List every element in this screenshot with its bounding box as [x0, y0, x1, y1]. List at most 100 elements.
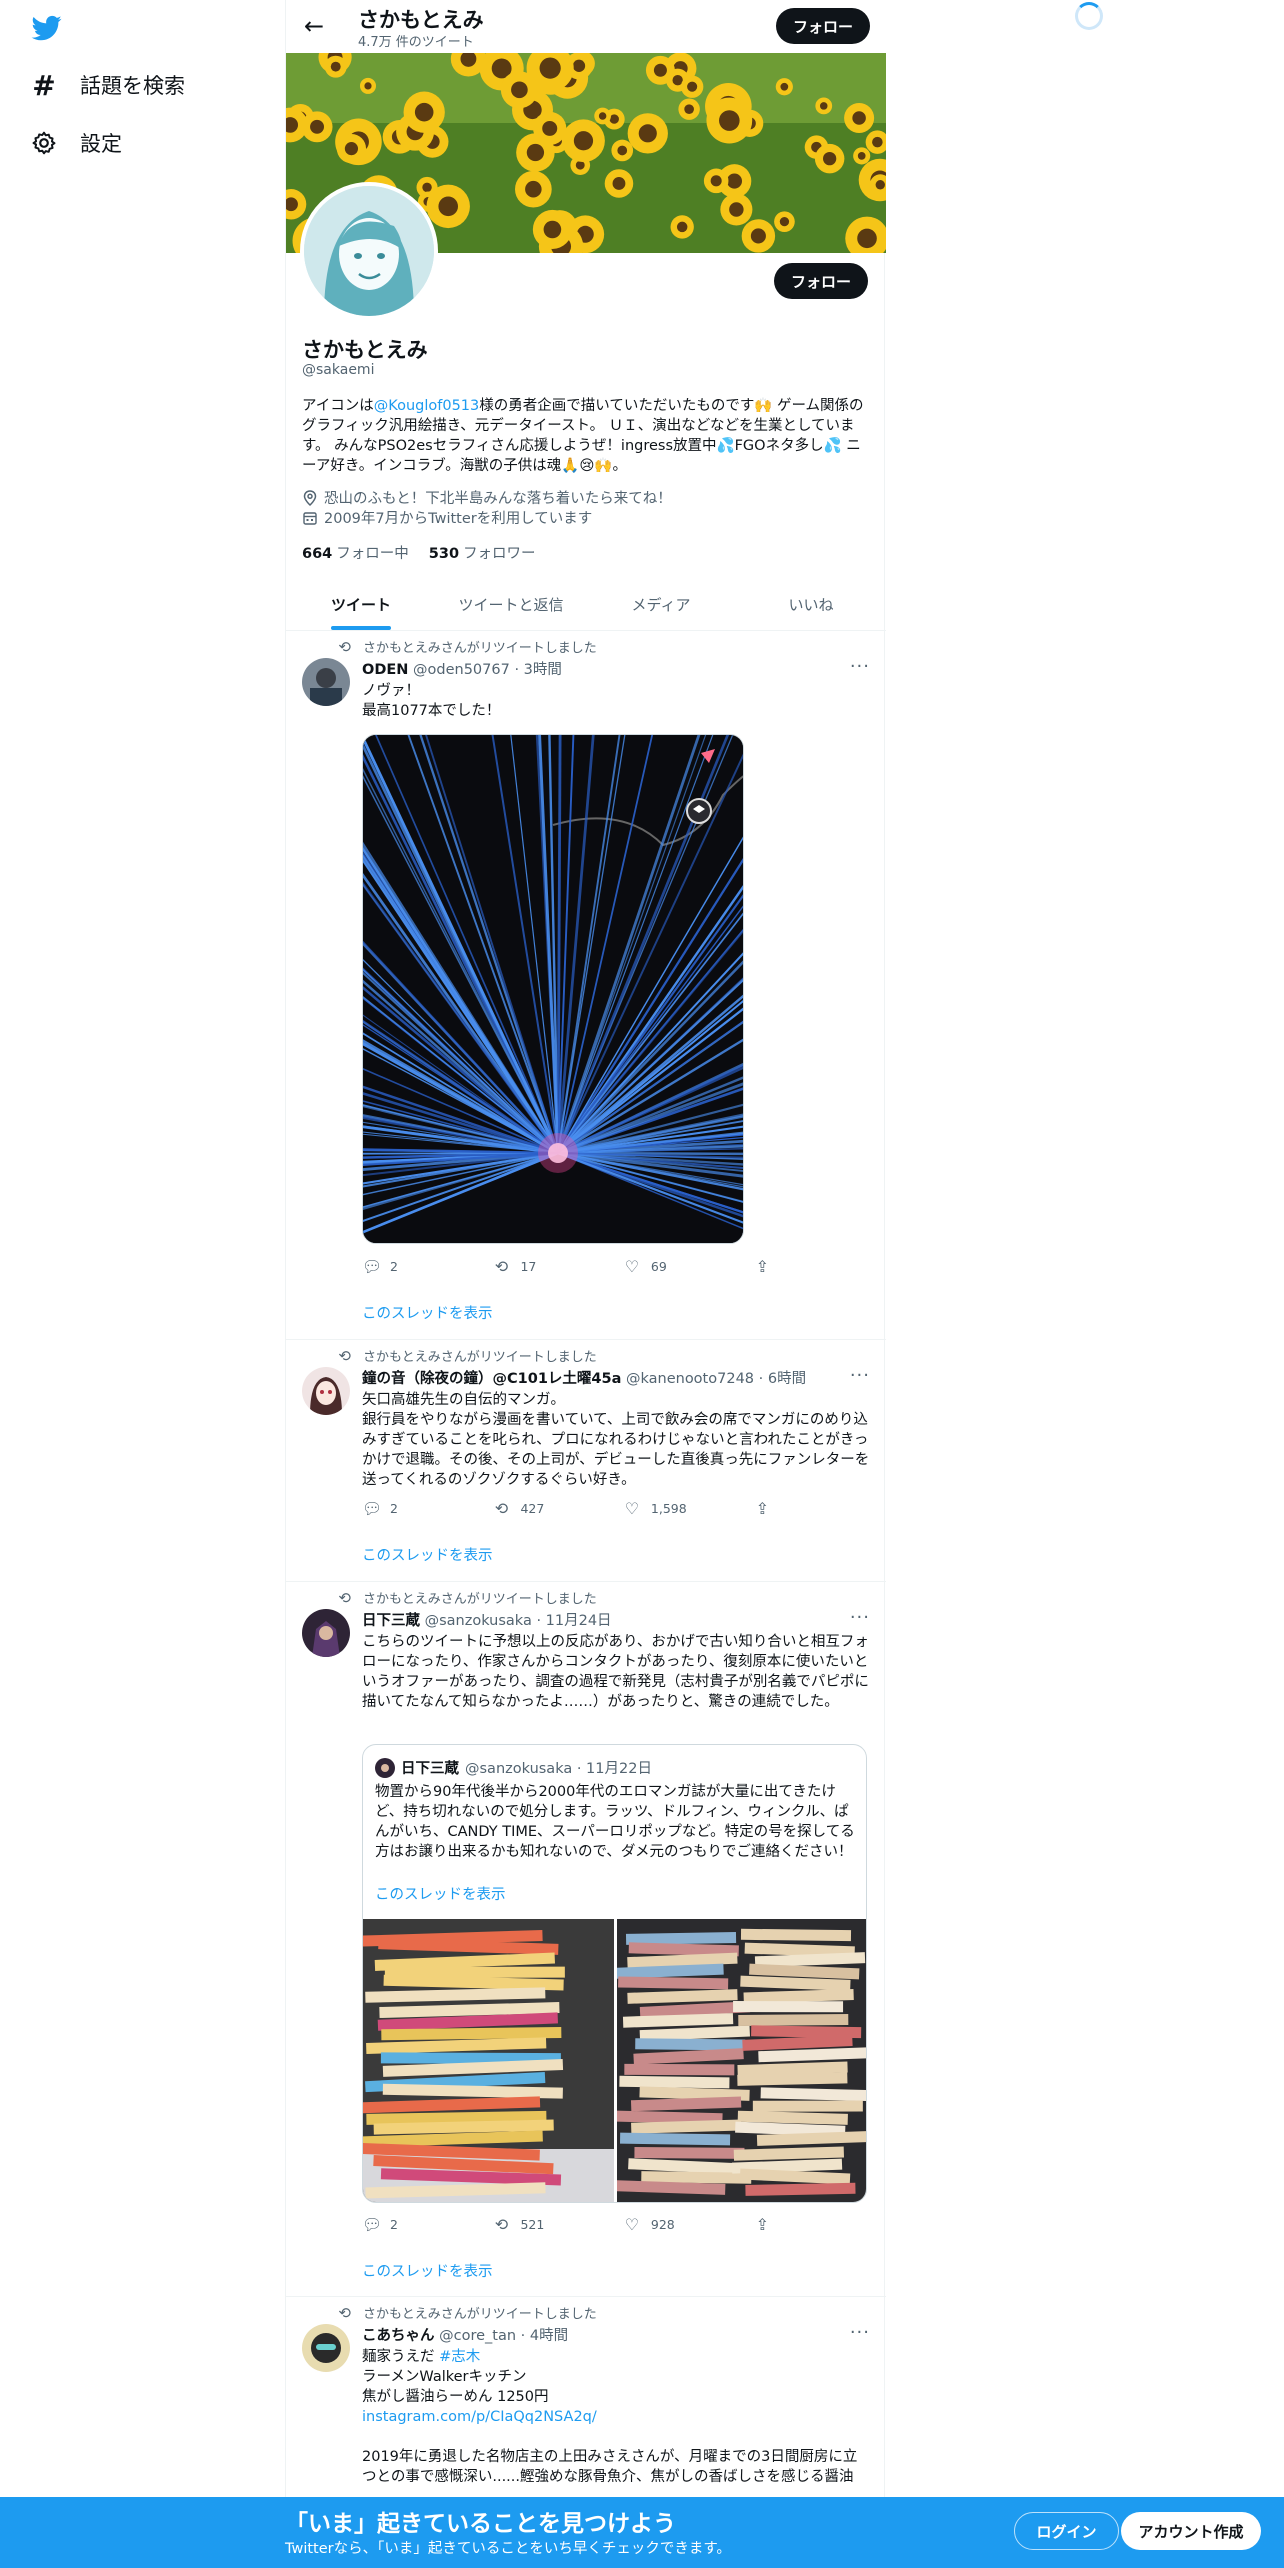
nav-settings[interactable]: 設定: [30, 128, 122, 158]
quoted-media-image[interactable]: [363, 1919, 614, 2202]
profile-handle: @sakaemi: [302, 362, 375, 378]
tweet-author-name[interactable]: こあちゃん: [362, 2328, 435, 2344]
tweet-author-name[interactable]: ODEN: [362, 662, 408, 678]
twitter-bird-icon[interactable]: [30, 13, 64, 43]
tweet[interactable]: ⟲ さかもとえみさんがリツイートしました 鐘の音（除夜の鐘）@C101レ土曜45a…: [286, 1340, 886, 1582]
reply-button[interactable]: 💬︎ 2: [362, 1257, 492, 1276]
heart-icon: ♡: [624, 2215, 640, 2234]
bio-mention-link[interactable]: @Kouglof0513: [374, 398, 479, 414]
quoted-show-thread-link[interactable]: このスレッドを表示: [375, 1883, 506, 1904]
tweet-text: 矢口高雄先生の自伝的マンガ。 銀行員をやりながら漫画を書いていて、上司で飲み会の…: [362, 1392, 870, 1488]
tab-media[interactable]: メディア: [586, 578, 736, 630]
retweet-indicator-text: さかもとえみさんがリツイートしました: [363, 2307, 597, 2322]
tweet-author-meta[interactable]: @oden50767 · 3時間: [413, 662, 562, 678]
avatar[interactable]: [302, 1367, 350, 1415]
quoted-tweet-header: 日下三蔵 @sanzokusaka · 11月22日: [375, 1757, 652, 1778]
tweet-author-meta[interactable]: @sanzokusaka · 11月24日: [425, 1613, 612, 1629]
tweet-actions: 💬︎ 2 ⟲ 521 ♡ 928 ⇪: [362, 2215, 792, 2234]
header-name: さかもとえみ: [358, 8, 484, 32]
tweet-author-meta[interactable]: @core_tan · 4時間: [439, 2328, 568, 2344]
external-link[interactable]: instagram.com/p/CIaQq2NSA2q/: [362, 2407, 870, 2427]
follow-stats: 664 フォロー中 530 フォロワー: [302, 542, 536, 563]
signup-button[interactable]: アカウント作成: [1121, 2512, 1261, 2550]
tweet-text: ノヴァ！ 最高1077本でした！: [362, 683, 501, 719]
avatar[interactable]: [302, 2324, 350, 2372]
retweet-icon: ⟲: [338, 637, 351, 656]
tab-tweets[interactable]: ツイート: [286, 578, 436, 630]
following-link[interactable]: 664 フォロー中: [302, 542, 409, 563]
tweet[interactable]: ⟲ さかもとえみさんがリツイートしました こあちゃん @core_tan · 4時…: [286, 2297, 886, 2507]
reply-button[interactable]: 💬︎ 2: [362, 2215, 492, 2234]
follow-button[interactable]: フォロー: [774, 263, 868, 299]
reply-count: 2: [390, 1501, 398, 1516]
reply-count: 2: [390, 1259, 398, 1274]
follow-button-header[interactable]: フォロー: [776, 8, 870, 44]
followers-count: 530: [428, 546, 460, 562]
show-thread-link[interactable]: このスレッドを表示: [362, 2260, 493, 2281]
heart-icon: ♡: [624, 1499, 640, 1518]
following-count: 664: [302, 546, 333, 562]
retweet-icon: ⟲: [494, 1499, 509, 1518]
retweet-indicator-text: さかもとえみさんがリツイートしました: [363, 641, 597, 656]
login-button[interactable]: ログイン: [1014, 2512, 1119, 2550]
like-button[interactable]: ♡ 928: [623, 2215, 753, 2234]
hashtag-link[interactable]: #志木: [439, 2349, 480, 2365]
tweet-line-text: 麺家うえだ: [362, 2349, 440, 2365]
retweet-button[interactable]: ⟲ 521: [492, 2215, 622, 2234]
followers-link[interactable]: 530 フォロワー: [429, 542, 536, 563]
retweet-button[interactable]: ⟲ 17: [492, 1257, 622, 1276]
tweet-media-image[interactable]: [362, 734, 744, 1244]
more-options-icon[interactable]: ···: [850, 1365, 870, 1386]
tab-tweets-and-replies[interactable]: ツイートと返信: [436, 578, 586, 630]
signup-prompt-title: 「いま」起きていることを見つけよう: [285, 2511, 676, 2537]
profile-bio: アイコンは@Kouglof0513様の勇者企画で描いていただいたものです🙌 ゲー…: [302, 396, 868, 476]
retweet-count: 17: [520, 1259, 537, 1274]
share-button[interactable]: ⇪: [753, 1257, 792, 1276]
tweet-line: ラーメンWalkerキッチン: [362, 2369, 527, 2385]
quoted-media-image[interactable]: [617, 1919, 866, 2202]
signup-prompt-bar: 「いま」起きていることを見つけよう Twitterなら、「いま」起きていることを…: [0, 2497, 1284, 2568]
retweet-button[interactable]: ⟲ 427: [492, 1499, 622, 1518]
share-button[interactable]: ⇪: [753, 1499, 792, 1518]
reply-icon: 💬︎: [362, 1257, 383, 1276]
more-options-icon[interactable]: ···: [850, 2322, 870, 2343]
tweet-author-name[interactable]: 日下三蔵: [362, 1613, 420, 1629]
profile-avatar[interactable]: [300, 182, 438, 320]
profile-name: さかもとえみ: [302, 338, 428, 362]
reply-icon: 💬︎: [362, 2215, 383, 2234]
retweet-indicator: ⟲ さかもとえみさんがリツイートしました: [333, 2303, 597, 2323]
tab-likes[interactable]: いいね: [736, 578, 886, 630]
quoted-author-meta: @sanzokusaka · 11月22日: [465, 1761, 652, 1777]
gear-icon: [30, 129, 58, 157]
show-thread-link[interactable]: このスレッドを表示: [362, 1302, 493, 1323]
tweet-author-meta[interactable]: @kanenooto7248 · 6時間: [626, 1371, 806, 1387]
more-options-icon[interactable]: ···: [850, 656, 870, 677]
avatar[interactable]: [302, 1609, 350, 1657]
share-icon: ⇪: [755, 2215, 770, 2234]
reply-button[interactable]: 💬︎ 2: [362, 1499, 492, 1518]
tweet-header: ODEN @oden50767 · 3時間: [362, 658, 562, 679]
tweet-author-name[interactable]: 鐘の音（除夜の鐘）@C101レ土曜45a: [362, 1371, 621, 1387]
show-thread-link[interactable]: このスレッドを表示: [362, 1544, 493, 1565]
nav-explore[interactable]: # 話題を検索: [30, 69, 185, 102]
quoted-tweet[interactable]: 日下三蔵 @sanzokusaka · 11月22日 物置から90年代後半から2…: [362, 1744, 867, 2203]
avatar[interactable]: [302, 658, 350, 706]
like-count: 928: [650, 2217, 675, 2232]
share-button[interactable]: ⇪: [753, 2215, 792, 2234]
like-button[interactable]: ♡ 1,598: [623, 1499, 753, 1518]
quoted-author-name: 日下三蔵: [401, 1761, 459, 1777]
profile-tabs: ツイート ツイートと返信 メディア いいね: [286, 578, 886, 631]
retweet-count: 427: [520, 1501, 545, 1516]
nav-settings-label: 設定: [80, 132, 122, 156]
more-options-icon[interactable]: ···: [850, 1607, 870, 1628]
back-arrow-icon[interactable]: ←: [300, 12, 328, 40]
followers-label: フォロワー: [463, 546, 536, 562]
quoted-tweet-text: 物置から90年代後半から2000年代のエロマンガ誌が大量に出てきたけど、持ち切れ…: [375, 1784, 855, 1860]
reply-count: 2: [390, 2217, 398, 2232]
share-icon: ⇪: [755, 1257, 770, 1276]
tweet-header: 日下三蔵 @sanzokusaka · 11月24日: [362, 1609, 612, 1630]
like-button[interactable]: ♡ 69: [623, 1257, 753, 1276]
retweet-indicator: ⟲ さかもとえみさんがリツイートしました: [333, 1588, 596, 1608]
retweet-indicator: ⟲ さかもとえみさんがリツイートしました: [333, 637, 597, 657]
